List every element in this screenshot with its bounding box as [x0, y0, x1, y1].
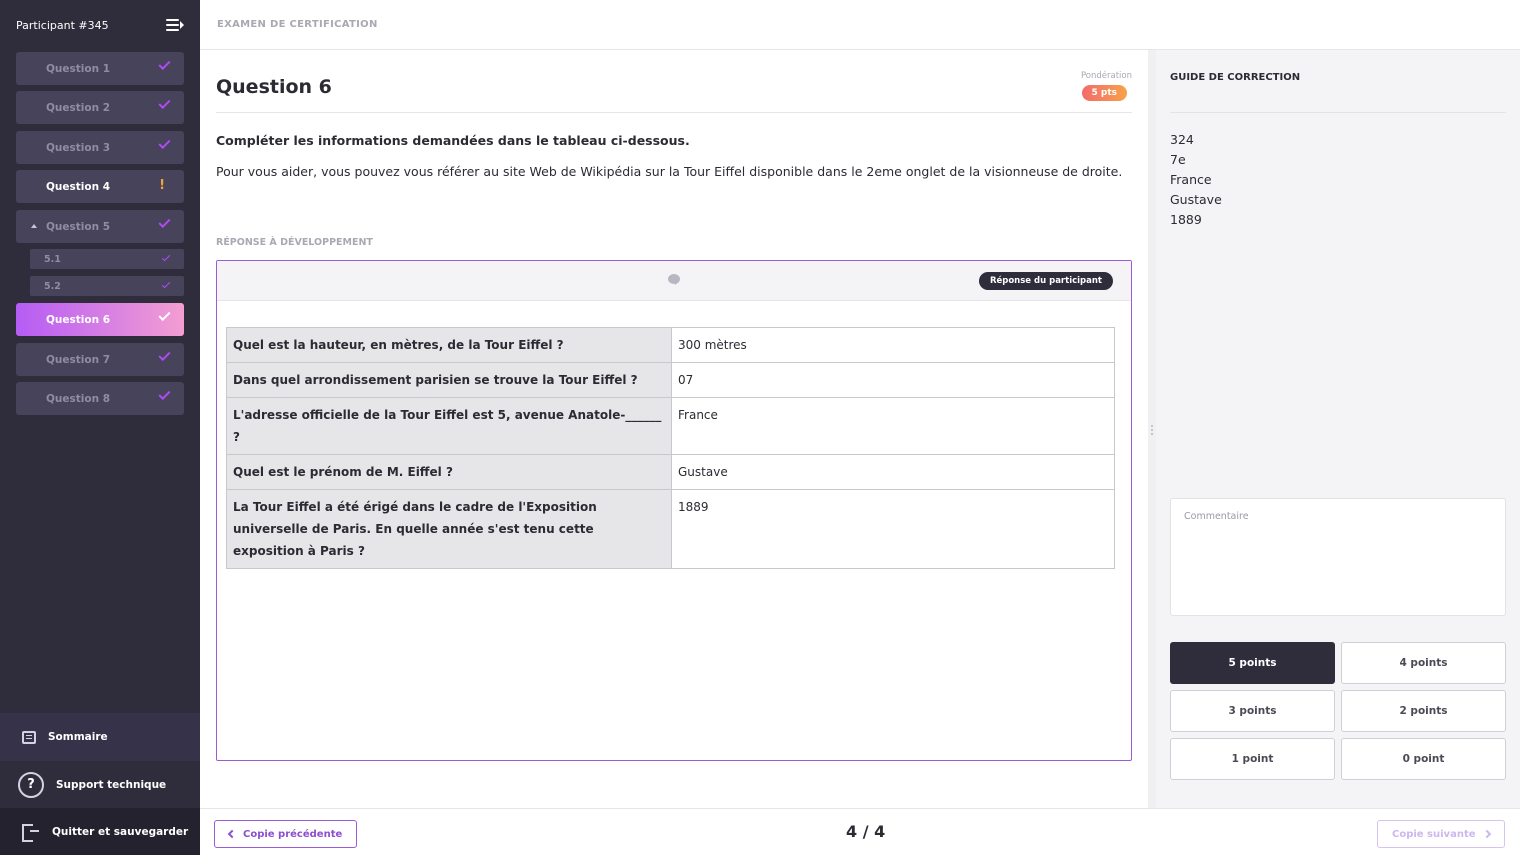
- table-answer-cell: France: [671, 397, 1115, 455]
- previous-copy-button[interactable]: Copie précédente: [214, 820, 358, 848]
- sidebar-subitem-5-1[interactable]: 5.1: [30, 249, 184, 269]
- table-answer-cell: Gustave: [671, 454, 1115, 490]
- correction-panel: GUIDE DE CORRECTION 324 7e France Gustav…: [1156, 50, 1520, 808]
- points-5-button[interactable]: 5 points: [1170, 642, 1335, 684]
- instruction-help: Pour vous aider, vous pouvez vous référe…: [216, 164, 1123, 179]
- previous-copy-label: Copie précédente: [243, 828, 343, 840]
- sidebar-item-label: Question 3: [46, 141, 111, 154]
- exam-title: EXAMEN DE CERTIFICATION: [217, 19, 378, 30]
- chevron-right-icon: [1482, 829, 1491, 839]
- participant-response-badge: Réponse du participant: [978, 272, 1113, 290]
- weight-badge: 5 pts: [1081, 85, 1127, 101]
- copy-counter: 4 / 4: [846, 822, 886, 841]
- sidebar-item-label: Question 2: [46, 101, 111, 114]
- check-icon: [161, 279, 171, 289]
- list-item: 1889: [1170, 212, 1202, 227]
- sidebar-subitem-label: 5.1: [44, 253, 61, 265]
- list-item: 7e: [1170, 152, 1186, 167]
- sidebar-item-label: Question 5: [46, 220, 111, 233]
- sidebar-item-question-5[interactable]: Question 5: [16, 210, 184, 243]
- table-answer-cell: 300 mètres: [671, 327, 1115, 363]
- sidebar-subitem-5-2[interactable]: 5.2: [30, 276, 184, 296]
- chevron-left-icon: [227, 829, 237, 839]
- points-0-button[interactable]: 0 point: [1341, 738, 1506, 780]
- comment-field[interactable]: [1170, 498, 1506, 616]
- check-icon: [158, 348, 171, 362]
- table-row: Quel est la hauteur, en mètres, de la To…: [226, 327, 1115, 363]
- table-question-cell: La Tour Eiffel a été érigé dans le cadre…: [226, 489, 672, 569]
- sidebar-item-question-3[interactable]: Question 3: [16, 131, 184, 164]
- table-answer-cell: 1889: [671, 489, 1115, 569]
- warning-icon: !: [159, 178, 165, 193]
- question-title: Question 6: [216, 76, 332, 98]
- check-icon: [158, 136, 171, 150]
- list-item: Gustave: [1170, 192, 1222, 207]
- table-question-cell: L'adresse officielle de la Tour Eiffel e…: [226, 397, 672, 455]
- weight-label: Pondération: [1080, 71, 1132, 81]
- summary-label: Sommaire: [48, 731, 108, 743]
- response-box: Réponse du participant Quel est la haute…: [216, 260, 1132, 761]
- divider: [216, 112, 1132, 113]
- table-row: Quel est le prénom de M. Eiffel ? Gustav…: [226, 454, 1115, 490]
- check-icon: [161, 252, 171, 262]
- sidebar-subitem-label: 5.2: [44, 280, 61, 292]
- table-row: Dans quel arrondissement parisien se tro…: [226, 362, 1115, 398]
- points-3-button[interactable]: 3 points: [1170, 690, 1335, 732]
- correction-answers: 324 7e France Gustave 1889: [1170, 130, 1222, 230]
- sidebar-item-label: Question 6: [46, 313, 111, 326]
- sidebar-item-label: Question 8: [46, 392, 111, 405]
- bottom-bar: Copie précédente 4 / 4 Copie suivante: [200, 808, 1520, 855]
- sidebar-item-question-4[interactable]: Question 4 !: [16, 170, 184, 203]
- sidebar-item-label: Question 1: [46, 62, 111, 75]
- next-copy-button[interactable]: Copie suivante: [1377, 820, 1505, 848]
- sidebar-item-question-7[interactable]: Question 7: [16, 343, 184, 376]
- question-panel: Question 6 Pondération 5 pts Compléter l…: [200, 50, 1148, 808]
- sidebar-item-label: Question 4: [46, 180, 111, 193]
- sidebar-item-question-2[interactable]: Question 2: [16, 91, 184, 124]
- help-icon: ?: [18, 771, 44, 798]
- sidebar-item-label: Question 7: [46, 353, 111, 366]
- sidebar-header: Participant #345: [0, 0, 200, 50]
- check-icon: [158, 96, 171, 110]
- menu-toggle-icon[interactable]: [166, 18, 184, 32]
- table-question-cell: Quel est le prénom de M. Eiffel ?: [226, 454, 672, 490]
- points-2-button[interactable]: 2 points: [1341, 690, 1506, 732]
- check-icon: [158, 215, 171, 229]
- caret-up-icon[interactable]: [31, 224, 37, 228]
- sidebar-item-question-1[interactable]: Question 1: [16, 52, 184, 85]
- check-icon: [158, 387, 171, 401]
- divider: [1170, 112, 1506, 113]
- table-row: L'adresse officielle de la Tour Eiffel e…: [226, 397, 1115, 455]
- correction-guide-title: GUIDE DE CORRECTION: [1170, 72, 1301, 83]
- document-icon: [22, 730, 36, 744]
- summary-link[interactable]: Sommaire: [0, 713, 200, 761]
- exit-icon: [22, 823, 40, 842]
- answer-table: Quel est la hauteur, en mètres, de la To…: [226, 327, 1115, 569]
- table-question-cell: Dans quel arrondissement parisien se tro…: [226, 362, 672, 398]
- check-icon: [158, 308, 171, 322]
- sidebar-item-question-6[interactable]: Question 6: [16, 303, 184, 336]
- response-header: Réponse du participant: [217, 261, 1131, 301]
- participant-label: Participant #345: [16, 18, 109, 32]
- top-bar: EXAMEN DE CERTIFICATION: [200, 0, 1520, 50]
- sidebar: Participant #345 Question 1 Question 2 Q…: [0, 0, 200, 855]
- next-copy-label: Copie suivante: [1392, 828, 1476, 840]
- check-icon: [158, 57, 171, 71]
- list-item: France: [1170, 172, 1212, 187]
- table-row: La Tour Eiffel a été érigé dans le cadre…: [226, 489, 1115, 569]
- response-type-label: RÉPONSE À DÉVELOPPEMENT: [216, 237, 373, 248]
- panel-resize-handle[interactable]: [1148, 50, 1156, 808]
- support-label: Support technique: [56, 778, 167, 791]
- support-link[interactable]: ? Support technique: [0, 761, 200, 808]
- table-question-cell: Quel est la hauteur, en mètres, de la To…: [226, 327, 672, 363]
- sidebar-item-question-8[interactable]: Question 8: [16, 382, 184, 415]
- quit-save-button[interactable]: Quitter et sauvegarder: [0, 808, 200, 855]
- quit-label: Quitter et sauvegarder: [52, 825, 189, 838]
- table-answer-cell: 07: [671, 362, 1115, 398]
- points-1-button[interactable]: 1 point: [1170, 738, 1335, 780]
- instruction-main: Compléter les informations demandées dan…: [216, 133, 690, 148]
- points-4-button[interactable]: 4 points: [1341, 642, 1506, 684]
- comment-icon[interactable]: [668, 274, 680, 285]
- list-item: 324: [1170, 132, 1194, 147]
